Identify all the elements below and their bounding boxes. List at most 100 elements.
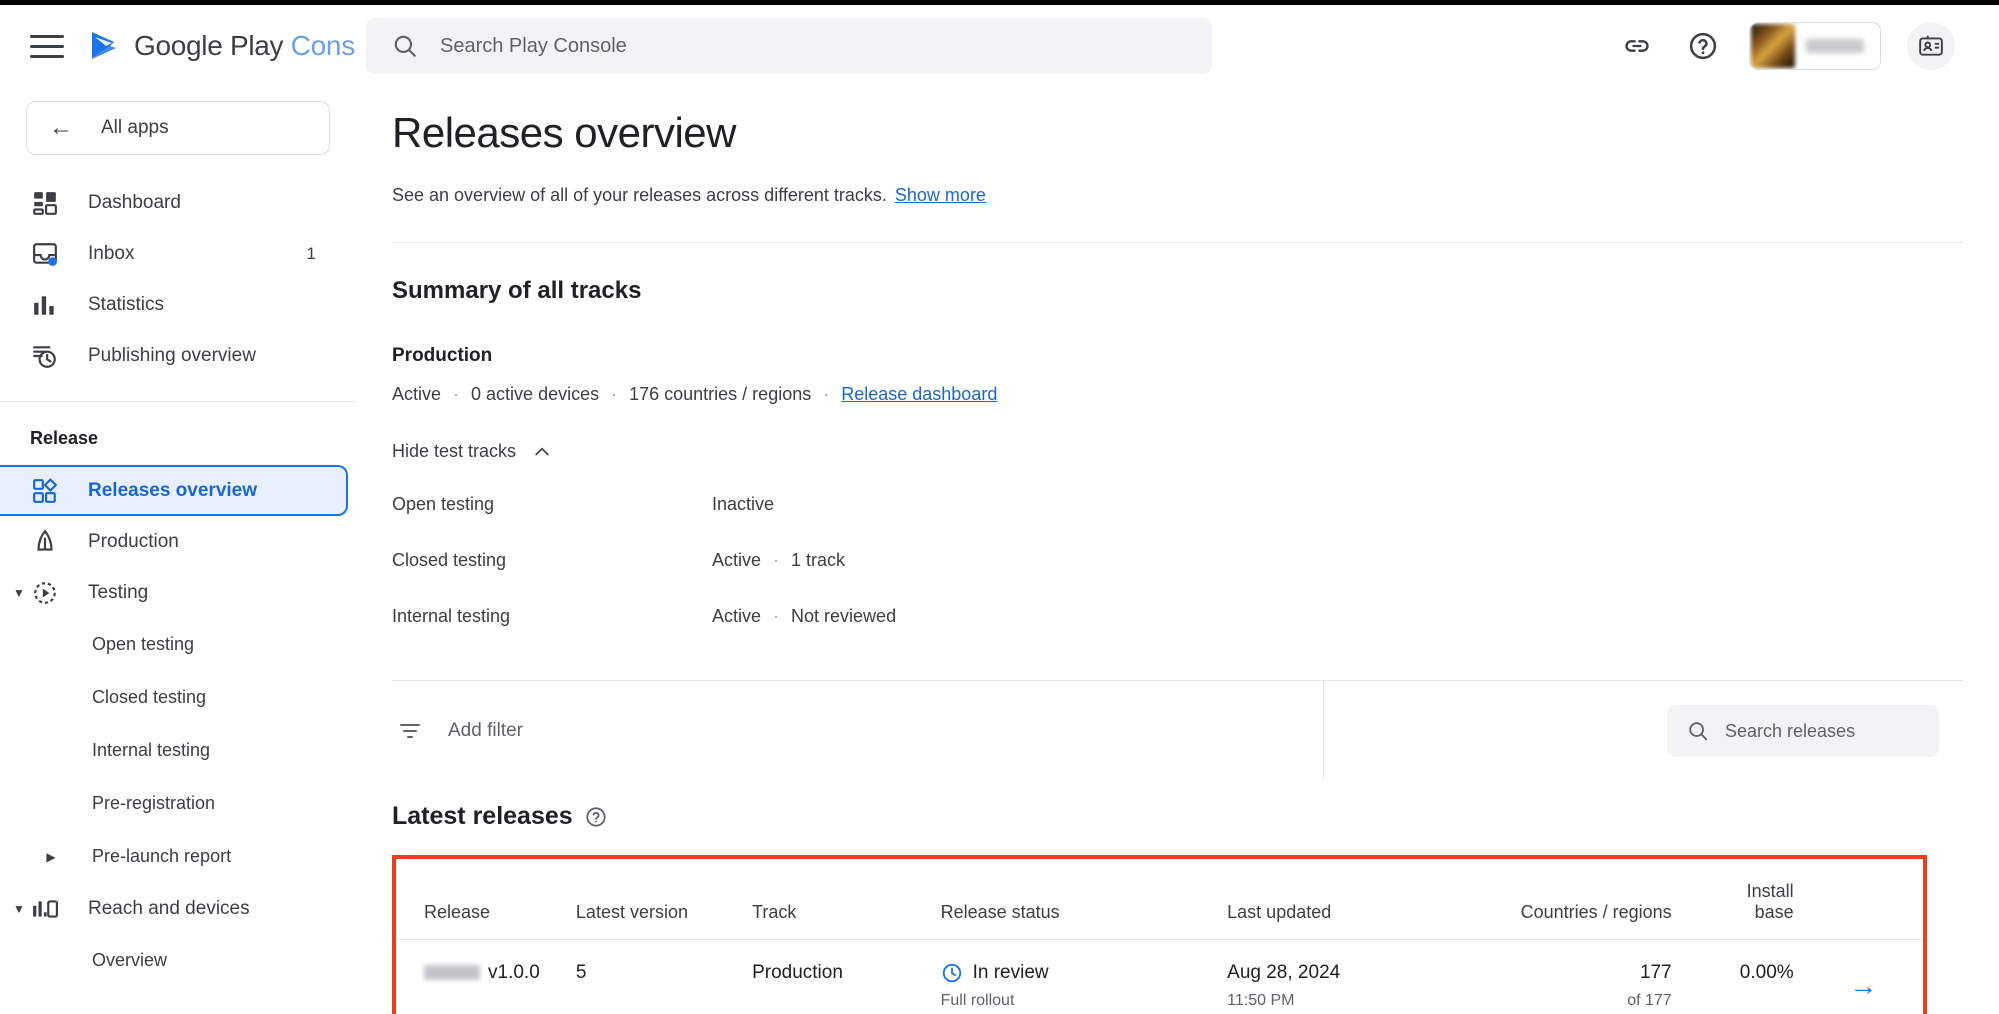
production-rocket-icon: [30, 527, 60, 557]
sidebar-item-production[interactable]: Production: [0, 516, 356, 567]
search-input[interactable]: Search Play Console: [366, 18, 1212, 74]
track-extra: 1 track: [791, 549, 846, 570]
summary-heading: Summary of all tracks: [392, 277, 642, 304]
track-status-group: Active · Not reviewed: [712, 606, 896, 627]
sidebar-item-open-testing[interactable]: Open testing: [0, 618, 356, 671]
help-icon[interactable]: [1683, 26, 1723, 66]
column-header-last-updated[interactable]: Last updated: [1227, 859, 1458, 940]
help-circle-icon[interactable]: [585, 806, 607, 828]
track-extra: Not reviewed: [791, 605, 897, 626]
chevron-right-icon[interactable]: ▶: [40, 846, 62, 868]
updated-time: 11:50 PM: [1227, 992, 1295, 1009]
sidebar-item-inbox[interactable]: Inbox 1: [0, 228, 356, 279]
track-name: Open testing: [392, 493, 495, 514]
sidebar-item-reach-and-devices[interactable]: ▼ Reach and devices: [0, 883, 356, 934]
brand-console: Console: [290, 30, 356, 61]
sidebar-item-closed-testing[interactable]: Closed testing: [0, 671, 356, 724]
cell-countries-regions: 177 of 177: [1458, 940, 1671, 1014]
app-name-redacted: [1806, 39, 1864, 53]
inbox-icon: [30, 239, 60, 269]
release-name-redacted: [424, 965, 480, 981]
sidebar-section-release: Release: [30, 428, 99, 448]
latest-releases-heading-row: Latest releases: [392, 780, 1999, 831]
google-play-console-logo[interactable]: Google Play Console: [86, 28, 356, 64]
track-row[interactable]: Open testing Inactive: [392, 476, 1999, 532]
hide-test-tracks-toggle[interactable]: Hide test tracks: [392, 405, 552, 462]
sidebar-item-label: Inbox: [88, 242, 135, 264]
separator-dot: ·: [611, 384, 618, 404]
sidebar-item-label: Pre-launch report: [92, 846, 232, 866]
sidebar-item-label: Pre-registration: [92, 793, 216, 813]
add-filter-label: Add filter: [448, 719, 523, 741]
sidebar-item-label: Dashboard: [88, 191, 181, 213]
row-arrow-icon[interactable]: →: [1849, 970, 1877, 1001]
sidebar-item-statistics[interactable]: Statistics: [0, 279, 356, 330]
page-content: Releases overview See an overview of all…: [356, 87, 1999, 1014]
window-top-strip: [0, 0, 1999, 5]
column-header-release[interactable]: Release: [396, 859, 576, 940]
rollout-label: Full rollout: [940, 992, 1015, 1009]
sidebar-item-testing[interactable]: ▼ Testing: [0, 567, 356, 618]
back-arrow-icon: ←: [49, 114, 73, 141]
production-countries: 176 countries / regions: [629, 384, 812, 404]
sidebar-item-dashboard[interactable]: Dashboard: [0, 177, 356, 228]
cell-row-action[interactable]: →: [1804, 940, 1923, 1014]
search-releases-input[interactable]: Search releases: [1667, 705, 1939, 757]
brand-google-play: Google Play: [134, 30, 284, 61]
column-header-countries-regions[interactable]: Countries / regions: [1457, 859, 1672, 940]
latest-releases-heading: Latest releases: [392, 802, 573, 830]
add-filter-button[interactable]: Add filter: [392, 719, 523, 743]
chevron-up-icon: [535, 446, 549, 455]
sidebar-item-internal-testing[interactable]: Internal testing: [0, 724, 356, 777]
filter-icon: [400, 723, 420, 738]
track-status-group: Active · 1 track: [712, 550, 845, 571]
chevron-down-icon[interactable]: ▼: [8, 582, 30, 604]
separator-dot: ·: [823, 384, 830, 404]
sidebar-item-publishing-overview[interactable]: Publishing overview: [0, 330, 356, 381]
sidebar-item-pre-launch-report[interactable]: ▶ Pre-launch report: [0, 830, 356, 883]
track-row[interactable]: Closed testing Active · 1 track: [392, 532, 1999, 588]
release-dashboard-link[interactable]: Release dashboard: [841, 384, 997, 405]
track-status: Inactive: [712, 493, 775, 514]
sidebar-item-label: Testing: [88, 581, 149, 603]
column-header-latest-version[interactable]: Latest version: [575, 859, 753, 940]
cell-track: Production: [752, 962, 843, 983]
production-active-devices: 0 active devices: [471, 384, 600, 404]
search-releases-placeholder: Search releases: [1725, 720, 1856, 741]
link-icon[interactable]: [1617, 26, 1657, 66]
page-subtitle: See an overview of all of your releases …: [392, 185, 887, 205]
search-icon: [394, 35, 416, 57]
all-apps-button[interactable]: ← All apps: [26, 101, 330, 155]
sidebar-item-label: Open testing: [92, 634, 195, 654]
column-header-track[interactable]: Track: [752, 859, 941, 940]
sidebar-item-pre-registration[interactable]: Pre-registration: [0, 777, 356, 830]
sidebar-item-releases-overview[interactable]: Releases overview: [0, 465, 348, 516]
status-group: In review: [941, 962, 1228, 984]
hamburger-menu-icon[interactable]: [30, 28, 64, 64]
sidebar-item-count: 1: [306, 243, 316, 263]
production-track-name: Production: [392, 345, 493, 366]
sidebar-item-device-catalog[interactable]: Device catalog: [0, 987, 356, 1014]
install-base-line2: base: [1754, 902, 1794, 922]
cell-latest-version: 5: [575, 962, 587, 983]
sidebar-item-label: Statistics: [88, 293, 165, 315]
releases-overview-icon: [30, 476, 60, 506]
track-row[interactable]: Internal testing Active · Not reviewed: [392, 588, 1999, 644]
sidebar-item-overview[interactable]: Overview: [0, 934, 356, 987]
column-header-release-status[interactable]: Release status: [940, 859, 1228, 940]
app-icon-thumbnail: [1751, 24, 1795, 68]
cell-release-status: In review Full rollout: [941, 940, 1228, 1014]
separator-dot: ·: [453, 384, 460, 404]
column-header-install-base[interactable]: Install base: [1671, 859, 1804, 940]
show-more-link[interactable]: Show more: [895, 185, 986, 206]
table-row[interactable]: v1.0.0 5 Production In review Full rollo…: [396, 940, 1923, 1014]
page-title: Releases overview: [392, 109, 737, 156]
current-app-chip[interactable]: [1749, 22, 1881, 70]
track-status-group: Inactive: [712, 494, 774, 515]
table-header-row: Release Latest version Track Release sta…: [396, 859, 1923, 940]
account-badge-icon[interactable]: [1907, 22, 1955, 70]
track-name: Closed testing: [392, 549, 507, 570]
reach-devices-icon: [30, 894, 60, 924]
chevron-down-icon[interactable]: ▼: [8, 898, 30, 920]
filter-divider: [1323, 681, 1324, 780]
